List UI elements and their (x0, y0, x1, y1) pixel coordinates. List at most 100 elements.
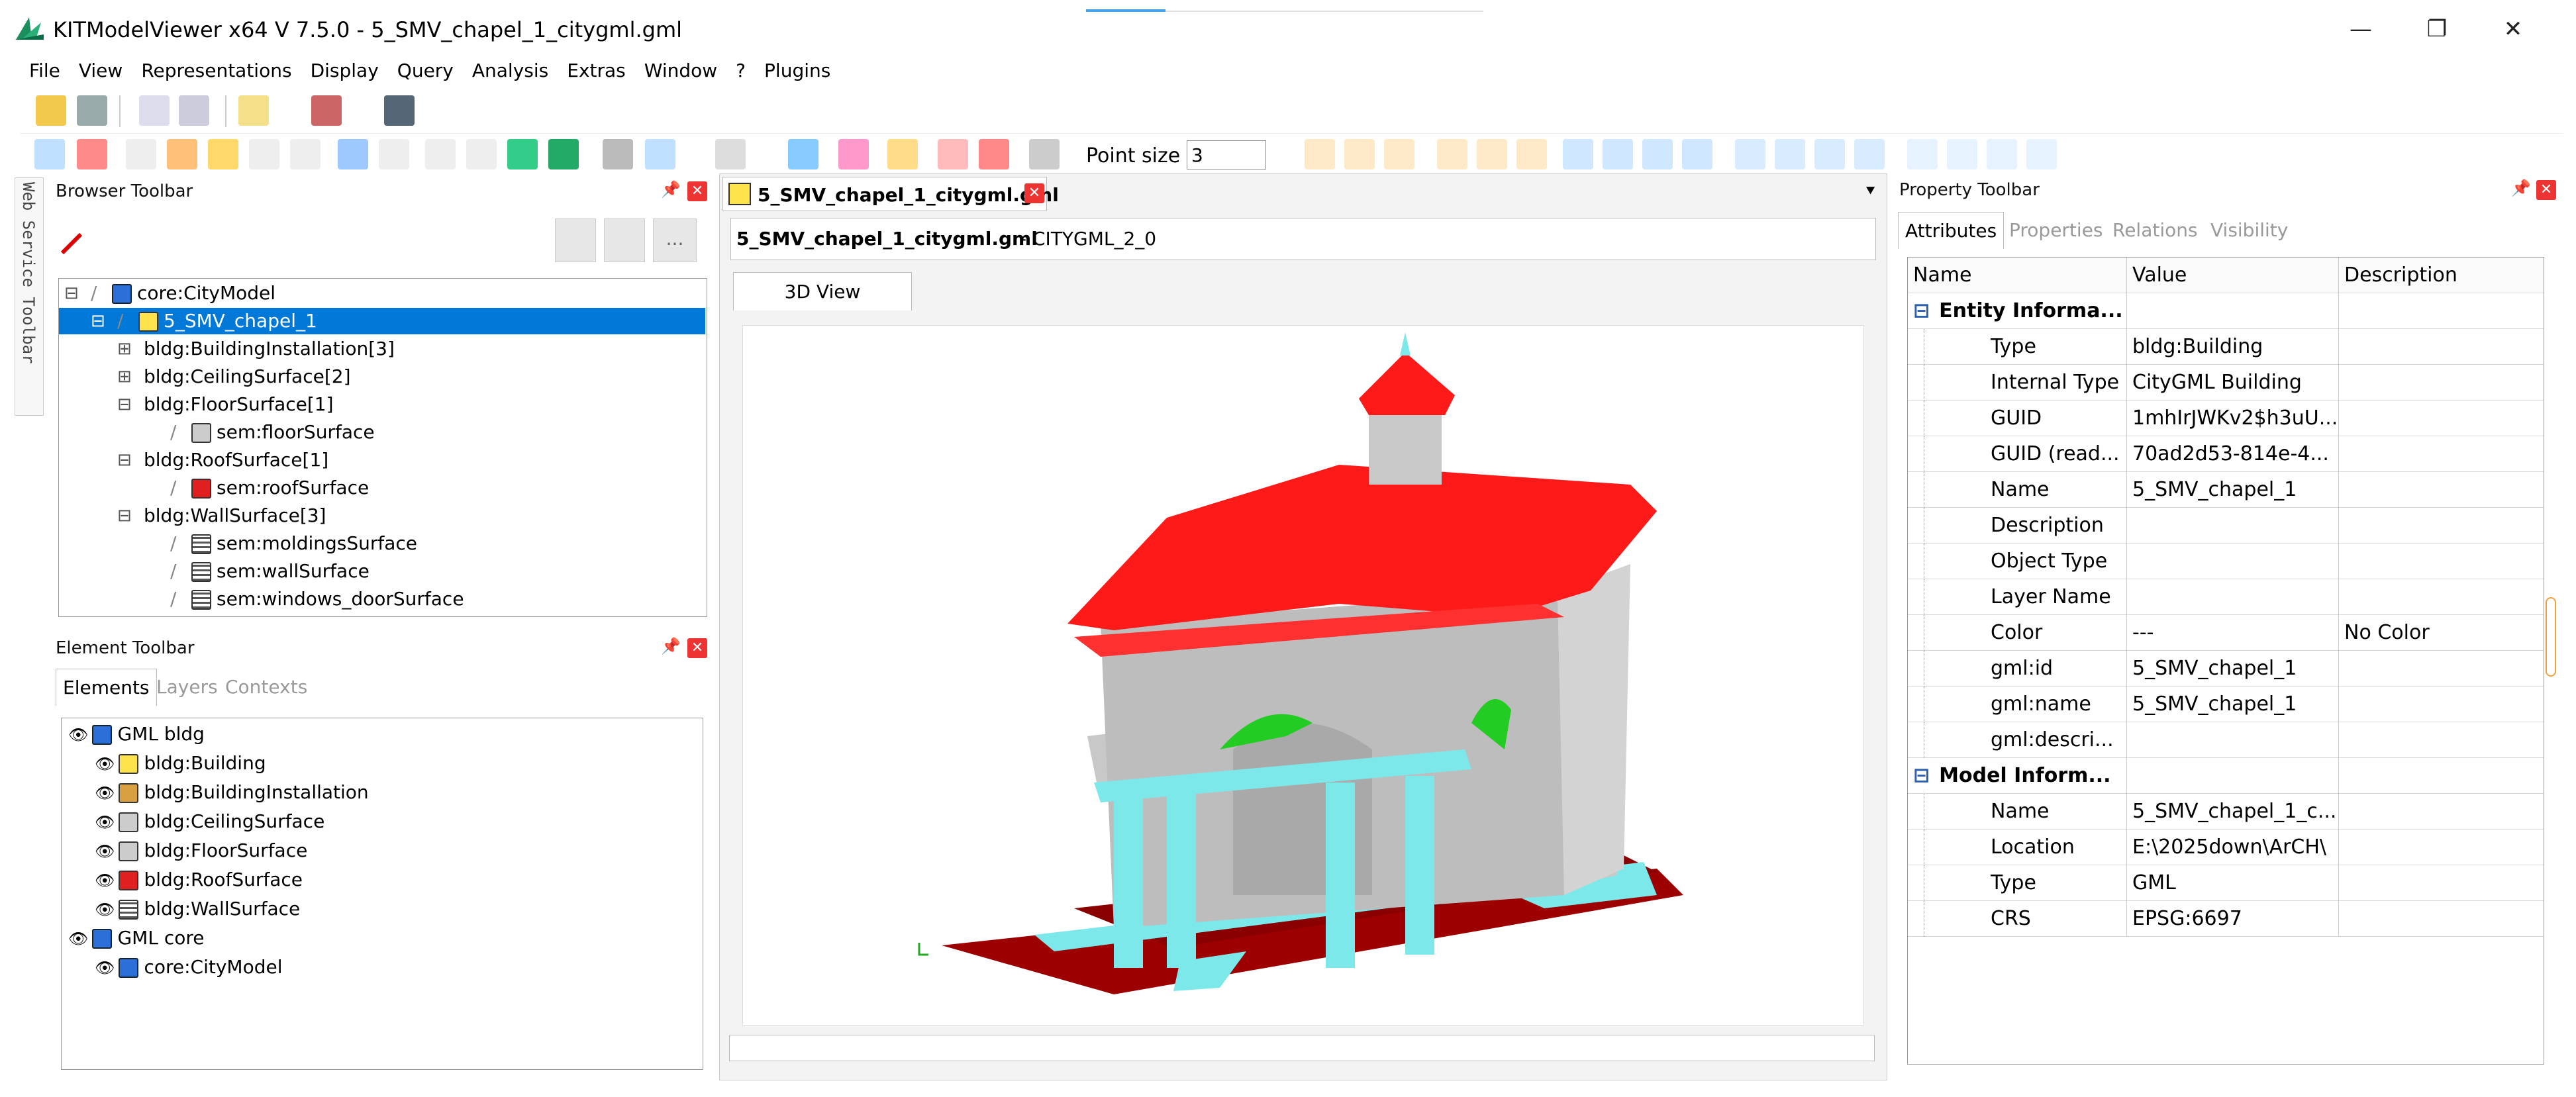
tab-contexts[interactable]: Contexts (219, 669, 314, 706)
eye-icon[interactable]: 👁 (68, 930, 88, 948)
column-header-description[interactable]: Description (2338, 258, 2544, 293)
cube-hidden-icon[interactable] (466, 139, 497, 169)
collapse-toggle-icon[interactable]: ⊟ (1913, 764, 1930, 787)
browser-tree-row[interactable]: ⊟ / core:CityModel (59, 280, 705, 307)
close-panel-button[interactable]: ✕ (687, 181, 707, 201)
tab-layers[interactable]: Layers (150, 669, 224, 706)
nav-icon[interactable] (1516, 139, 1547, 169)
eye-icon[interactable]: 👁 (95, 755, 115, 773)
pin-icon[interactable]: 📌 (2511, 179, 2531, 197)
close-tab-button[interactable]: ✕ (1024, 183, 1044, 203)
light-icon[interactable] (788, 139, 818, 169)
view-reset-icon[interactable] (77, 139, 107, 169)
pin-icon[interactable]: 📌 (661, 180, 681, 199)
element-tree-row[interactable]: 👁 bldg:CeilingSurface (95, 808, 324, 835)
cube-color-icon[interactable] (548, 139, 579, 169)
view-fit-icon[interactable] (34, 139, 65, 169)
property-value[interactable] (2126, 722, 2338, 758)
close-panel-button[interactable]: ✕ (2536, 180, 2556, 200)
property-row[interactable]: Object Type (1908, 544, 2544, 579)
property-value[interactable] (2126, 293, 2338, 329)
visibility-slash-icon[interactable]: / (117, 308, 123, 334)
menu-extras[interactable]: Extras (558, 53, 635, 89)
vertical-scrollbar-thumb[interactable] (2546, 597, 2556, 677)
property-row[interactable]: gml:name 5_SMV_chapel_1 (1908, 687, 2544, 722)
menu-view[interactable]: View (70, 53, 132, 89)
open-icon[interactable] (36, 95, 66, 126)
element-tree-row[interactable]: 👁 bldg:FloorSurface (95, 837, 307, 864)
browser-tree-row[interactable]: ⊟ bldg:FloorSurface[1] (59, 391, 705, 418)
restore-button[interactable]: ❐ (2401, 9, 2473, 49)
pan-icon[interactable] (208, 139, 238, 169)
link-icon[interactable] (58, 230, 85, 257)
element-tree-row[interactable]: 👁 GML core (68, 925, 204, 951)
element-tree-row[interactable]: 👁 bldg:RoofSurface (95, 867, 303, 893)
property-value[interactable]: 5_SMV_chapel_1 (2126, 651, 2338, 687)
property-value[interactable] (2126, 508, 2338, 544)
expand-toggle-icon[interactable]: ⊟ (117, 391, 132, 418)
property-value[interactable]: 70ad2d53-814e-4... (2126, 436, 2338, 472)
property-row[interactable]: GUID 1mhIrJWKv2$h3uU... (1908, 401, 2544, 436)
expand-toggle-icon[interactable]: ⊟ (64, 280, 79, 307)
nav-icon[interactable] (1477, 139, 1507, 169)
zoom-box-icon[interactable] (290, 139, 321, 169)
eye-icon[interactable]: 👁 (95, 900, 115, 919)
column-header-name[interactable]: Name (1913, 258, 2118, 293)
element-tree-row[interactable]: 👁 GML bldg (68, 721, 205, 747)
cube-gray-icon[interactable] (603, 139, 633, 169)
property-value[interactable] (2126, 544, 2338, 579)
nav-icon[interactable] (1344, 139, 1375, 169)
move-icon[interactable] (1642, 139, 1673, 169)
cube-shaded-icon[interactable] (507, 139, 538, 169)
nav-icon[interactable] (1305, 139, 1335, 169)
element-tree-row[interactable]: 👁 bldg:WallSurface (95, 896, 300, 922)
preset-view-icon[interactable] (1907, 139, 1938, 169)
property-row[interactable]: Name 5_SMV_chapel_1_c... (1908, 794, 2544, 830)
tab-relations[interactable]: Relations (2106, 212, 2204, 249)
measure-icon[interactable] (887, 139, 918, 169)
color-palette-icon[interactable] (838, 139, 869, 169)
browser-tree-row[interactable]: ⊟ / 5_SMV_chapel_1 (59, 308, 705, 334)
expand-toggle-icon[interactable]: ⊞ (117, 336, 132, 362)
element-tree-row[interactable]: 👁 core:CityModel (95, 954, 283, 980)
eye-icon[interactable]: 👁 (95, 871, 115, 890)
preset-view-icon[interactable] (2026, 139, 2057, 169)
select-icon[interactable] (126, 139, 156, 169)
expand-toggle-icon[interactable]: ⊞ (117, 363, 132, 390)
browser-tree-row[interactable]: / sem:wallSurface (59, 558, 705, 585)
walk-icon[interactable] (379, 139, 409, 169)
menu-help[interactable]: ? (726, 53, 755, 89)
close-button[interactable]: ✕ (2477, 9, 2550, 49)
browser-tree-row[interactable]: ⊞ bldg:CeilingSurface[2] (59, 363, 705, 390)
property-value[interactable] (2126, 758, 2338, 794)
tab-list-icon[interactable]: ⯆ (1864, 182, 1877, 201)
visibility-slash-icon[interactable]: / (170, 558, 176, 585)
device-icon[interactable] (384, 95, 415, 126)
view-direction-icon[interactable] (1814, 139, 1845, 169)
more-button[interactable]: ... (653, 218, 697, 262)
cube-wire-icon[interactable] (425, 139, 456, 169)
orbit-icon[interactable] (249, 139, 279, 169)
help-icon[interactable] (238, 95, 269, 126)
property-value[interactable]: GML (2126, 865, 2338, 901)
visibility-slash-icon[interactable]: / (170, 586, 176, 612)
menu-query[interactable]: Query (388, 53, 463, 89)
horizontal-scrollbar[interactable] (729, 1035, 1875, 1061)
minimize-button[interactable]: — (2324, 9, 2397, 49)
expand-toggle-icon[interactable]: ⊟ (117, 447, 132, 473)
expand-toggle-icon[interactable]: ⊟ (117, 502, 132, 529)
property-value[interactable]: --- (2126, 615, 2338, 651)
property-value[interactable]: CityGML Building (2126, 365, 2338, 401)
visibility-slash-icon[interactable]: / (170, 419, 176, 446)
property-row[interactable]: CRS EPSG:6697 (1908, 901, 2544, 937)
eye-icon[interactable]: 👁 (95, 813, 115, 832)
save-icon[interactable] (77, 95, 107, 126)
view-direction-icon[interactable] (1735, 139, 1765, 169)
menu-analysis[interactable]: Analysis (463, 53, 558, 89)
column-header-value[interactable]: Value (2126, 258, 2332, 293)
property-row[interactable]: gml:id 5_SMV_chapel_1 (1908, 651, 2544, 687)
tab-visibility[interactable]: Visibility (2204, 212, 2295, 249)
property-value[interactable] (2126, 579, 2338, 615)
collapse-toggle-icon[interactable]: ⊟ (1913, 299, 1930, 322)
view-direction-icon[interactable] (1775, 139, 1805, 169)
